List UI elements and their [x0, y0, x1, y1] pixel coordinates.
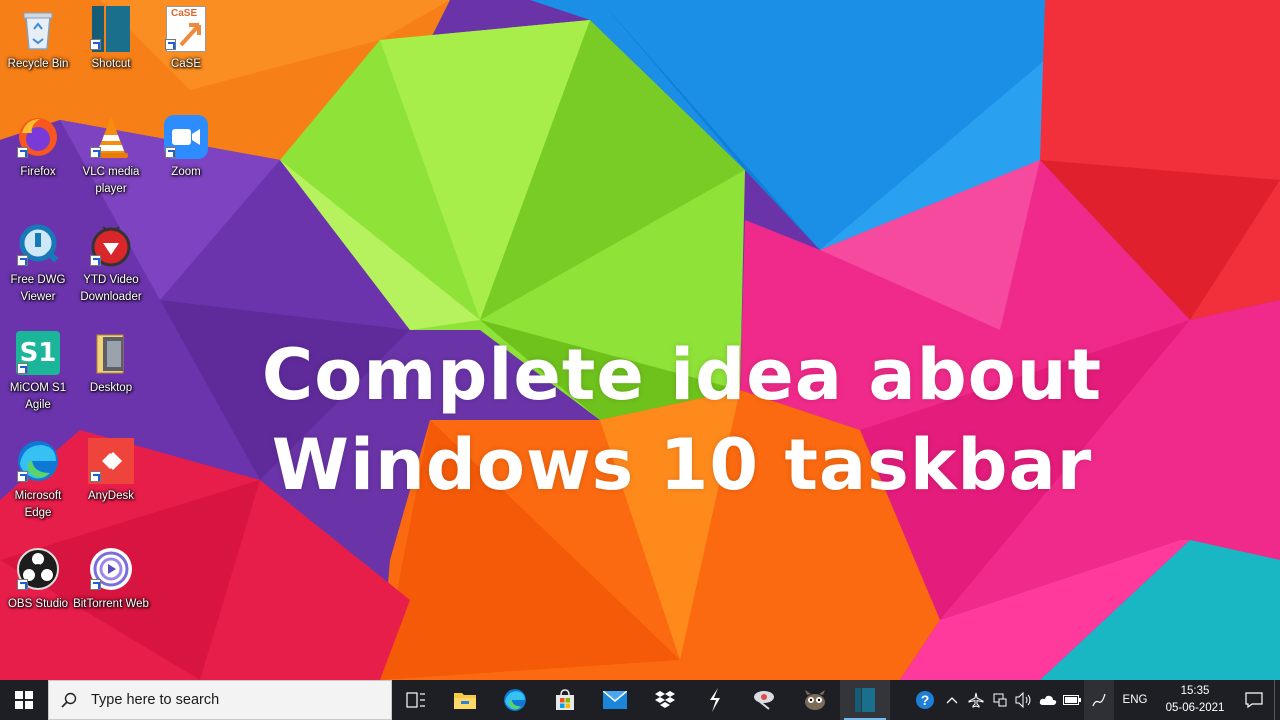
shotcut-icon	[88, 6, 134, 52]
action-center-button[interactable]	[1234, 680, 1274, 720]
display-icon	[993, 693, 1007, 707]
desktop-icon-recycle-bin[interactable]: Recycle Bin	[0, 6, 76, 73]
show-desktop-button[interactable]	[1274, 680, 1280, 720]
desktop-icon-label: Free DWG Viewer	[10, 274, 66, 303]
clock-time: 15:35	[1180, 685, 1210, 697]
desktop-icon-obs-studio[interactable]: OBS Studio	[0, 546, 76, 613]
tray-airplane[interactable]	[964, 680, 988, 720]
start-button[interactable]	[0, 680, 48, 720]
file-explorer-icon	[454, 693, 476, 709]
airplane-icon	[968, 692, 984, 708]
pen-workspace-icon	[1092, 693, 1106, 707]
desktop-icon-label: CaSE	[170, 58, 202, 70]
desktop-icon-label: Firefox	[20, 166, 56, 178]
taskbar-microsoft-store[interactable]	[540, 680, 590, 720]
tray-help[interactable]: ?	[910, 680, 940, 720]
desktop-icon-label: OBS Studio	[7, 598, 69, 610]
shotcut-icon	[855, 688, 875, 712]
desktop-icon-label: Recycle Bin	[7, 58, 69, 70]
task-view-button[interactable]	[392, 680, 440, 720]
notification-icon	[1245, 692, 1263, 708]
desktop-icon-bittorrent-web[interactable]: BitTorrent Web	[73, 546, 149, 613]
headline-line-2: Windows 10 taskbar	[271, 424, 1093, 506]
chevron-up-icon	[946, 697, 958, 704]
desktop-icon-firefox[interactable]: Firefox	[0, 114, 76, 181]
case-icon: CaSE	[163, 6, 209, 52]
taskbar-gimp[interactable]	[790, 680, 840, 720]
taskbar-shotcut[interactable]	[840, 680, 890, 720]
search-icon	[61, 692, 77, 708]
edge-icon	[504, 689, 526, 711]
mail-icon	[603, 691, 627, 709]
desktop-icon-free-dwg-viewer[interactable]: Free DWG Viewer	[0, 222, 76, 306]
taskbar-mail[interactable]	[590, 680, 640, 720]
desktop-icon-ytd-video-downloader[interactable]: YTD Video Downloader	[73, 222, 149, 306]
firefox-icon	[15, 114, 61, 160]
volume-icon	[1015, 692, 1031, 708]
store-icon	[556, 689, 574, 710]
desktop-icon-label: VLC media player	[82, 166, 140, 195]
vlc-icon	[88, 114, 134, 160]
dropbox-icon	[655, 691, 675, 708]
tray-show-hidden[interactable]	[940, 680, 964, 720]
desktop-icon-case[interactable]: CaSE CaSE	[148, 6, 224, 73]
ytd-downloader-icon	[88, 222, 134, 268]
taskbar-winamp[interactable]	[690, 680, 740, 720]
desktop-icon-label: BitTorrent Web	[73, 598, 149, 610]
desktop-icon-label: Shotcut	[91, 58, 131, 70]
cloud-icon	[1039, 695, 1057, 705]
taskbar-file-explorer[interactable]	[440, 680, 490, 720]
satellite-icon	[754, 691, 774, 710]
svg-text:?: ?	[921, 692, 930, 708]
tray-pen[interactable]	[1084, 680, 1114, 720]
gimp-icon	[805, 690, 825, 710]
search-placeholder: Type here to search	[91, 692, 220, 708]
taskbar: Type here to search ? ENG 15:35 05-06-20…	[0, 680, 1280, 720]
tray-onedrive[interactable]	[1036, 680, 1060, 720]
windows-logo-icon	[15, 691, 33, 709]
tray-language[interactable]: ENG	[1114, 694, 1156, 706]
tray-battery[interactable]	[1060, 680, 1084, 720]
help-icon: ?	[916, 691, 934, 709]
desktop-icon-shotcut[interactable]: Shotcut	[73, 6, 149, 73]
winamp-icon	[710, 688, 720, 712]
tray-volume[interactable]	[1012, 680, 1036, 720]
task-view-icon	[406, 692, 425, 708]
system-tray: ? ENG 15:35 05-06-2021	[910, 680, 1280, 720]
tray-project[interactable]	[988, 680, 1012, 720]
desktop-icon-zoom[interactable]: Zoom	[148, 114, 224, 181]
bittorrent-icon	[88, 546, 134, 592]
dwg-viewer-icon	[15, 222, 61, 268]
desktop-icon-label: Zoom	[171, 166, 201, 178]
zoom-icon	[163, 114, 209, 160]
obs-icon	[15, 546, 61, 592]
taskbar-dropbox[interactable]	[640, 680, 690, 720]
taskbar-satellite-app[interactable]	[740, 680, 790, 720]
recycle-bin-icon	[15, 6, 61, 52]
taskbar-edge[interactable]	[490, 680, 540, 720]
video-title-overlay: Complete idea about Windows 10 taskbar	[0, 330, 1280, 510]
battery-icon	[1063, 695, 1081, 705]
tray-clock[interactable]: 15:35 05-06-2021	[1156, 683, 1234, 717]
desktop-icon-vlc[interactable]: VLC media player	[73, 114, 149, 198]
taskbar-search-box[interactable]: Type here to search	[48, 680, 392, 720]
headline-line-1: Complete idea about	[261, 334, 1103, 416]
desktop-icon-label: YTD Video Downloader	[80, 274, 142, 303]
case-icon-text: CaSE	[171, 8, 198, 19]
clock-date: 05-06-2021	[1165, 702, 1225, 714]
